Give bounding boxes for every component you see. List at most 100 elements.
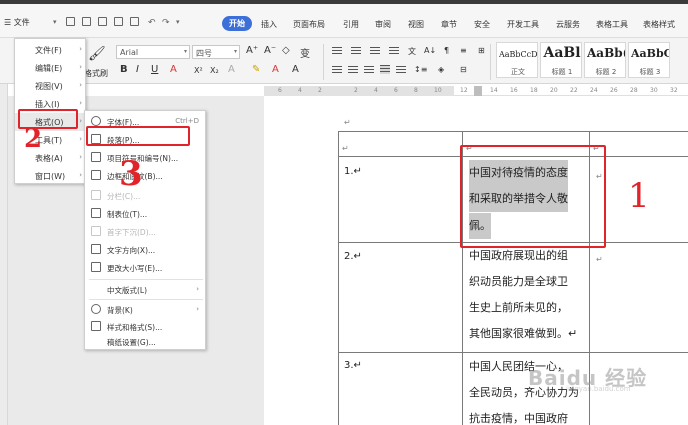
format-submenu: 字体(F)... Ctrl+D 段落(P)... 项目符号和编号(N)... 边框… bbox=[84, 110, 206, 350]
divider bbox=[490, 44, 491, 80]
file-menu-button[interactable]: ☰ 文件 bbox=[4, 17, 30, 28]
tab-view[interactable]: 视图 bbox=[408, 19, 424, 30]
print-icon[interactable] bbox=[114, 17, 123, 26]
font-color-icon[interactable]: A bbox=[170, 64, 177, 75]
border-shading-icon bbox=[91, 170, 101, 180]
tab-cloud[interactable]: 云服务 bbox=[556, 19, 580, 30]
tab-home[interactable]: 开始 bbox=[222, 16, 252, 31]
tab-table-style[interactable]: 表格样式 bbox=[643, 19, 675, 30]
superscript-button[interactable]: X² bbox=[194, 66, 203, 75]
menu-item-window[interactable]: 窗口(W) › bbox=[15, 167, 87, 185]
style-heading-1[interactable]: AaBl 标题 1 bbox=[540, 42, 582, 78]
ruler-margin bbox=[264, 86, 454, 96]
style-name: 标题 2 bbox=[595, 68, 617, 76]
table-border bbox=[338, 131, 688, 132]
ruler-number: 4 bbox=[298, 87, 302, 94]
decrease-indent-icon[interactable] bbox=[370, 47, 380, 56]
menu-item-label: 插入(I) bbox=[35, 100, 60, 109]
row-number: 2.↵ bbox=[344, 251, 362, 262]
tab-developer[interactable]: 开发工具 bbox=[507, 19, 539, 30]
style-normal[interactable]: AaBbCcDd 正文 bbox=[496, 42, 538, 78]
line-spacing-2-icon[interactable]: ↕≡ bbox=[414, 65, 427, 74]
tab-page-layout[interactable]: 页面布局 bbox=[293, 19, 325, 30]
annotation-box-paragraph bbox=[86, 126, 190, 146]
open-icon[interactable] bbox=[82, 17, 91, 26]
new-icon[interactable] bbox=[66, 17, 75, 26]
paragraph-mark: ↵ bbox=[344, 118, 351, 127]
line-spacing-icon[interactable]: ≡ bbox=[460, 46, 467, 55]
dropdown-icon[interactable]: ▾ bbox=[53, 18, 62, 27]
styles-icon bbox=[91, 321, 101, 331]
font-color-2-icon[interactable]: A bbox=[272, 64, 279, 75]
italic-button[interactable]: I bbox=[136, 64, 139, 75]
format-painter-icon[interactable]: 🖌 bbox=[88, 46, 106, 62]
save-icon[interactable] bbox=[98, 17, 107, 26]
bold-button[interactable]: B bbox=[120, 64, 128, 75]
pinyin-icon[interactable]: 变 bbox=[300, 45, 310, 60]
redo-icon[interactable]: ↷ bbox=[162, 18, 171, 28]
ruler-number: 2 bbox=[354, 87, 358, 94]
align-left-icon[interactable] bbox=[332, 66, 342, 75]
align-center-icon[interactable] bbox=[348, 66, 358, 75]
number-list-icon[interactable] bbox=[351, 47, 361, 56]
bullets-icon bbox=[91, 152, 101, 162]
justify-icon[interactable] bbox=[380, 65, 390, 74]
font-icon bbox=[91, 116, 101, 126]
ruler-indent-marker[interactable] bbox=[474, 86, 482, 96]
undo-icon[interactable]: ↶ bbox=[148, 18, 157, 28]
preview-icon[interactable] bbox=[130, 17, 139, 26]
menu-item-bullets-numbering[interactable]: 项目符号和编号(N)... bbox=[85, 149, 207, 167]
align-right-icon[interactable] bbox=[364, 66, 374, 75]
menu-item-label: 背景(K) bbox=[107, 306, 133, 315]
left-toolbar bbox=[0, 84, 8, 425]
style-heading-3[interactable]: AaBbC 标题 3 bbox=[628, 42, 670, 78]
border-icon[interactable]: ⊟ bbox=[460, 65, 467, 74]
tab-chapter[interactable]: 章节 bbox=[441, 19, 457, 30]
menu-item-borders-shading[interactable]: 边框和底纹(B)... bbox=[85, 167, 207, 185]
tab-review[interactable]: 审阅 bbox=[375, 19, 391, 30]
text-effect-icon[interactable]: A bbox=[228, 64, 235, 75]
grow-font-button[interactable]: A⁺ bbox=[246, 45, 258, 56]
menu-item-change-case[interactable]: 更改大小写(E)... bbox=[85, 259, 207, 277]
show-marks-icon[interactable]: ¶ bbox=[444, 46, 449, 55]
tab-table-tools[interactable]: 表格工具 bbox=[596, 19, 628, 30]
clear-format-icon[interactable]: ◇ bbox=[282, 45, 290, 56]
menu-item-manuscript-setup[interactable]: 稿纸设置(G)... bbox=[85, 333, 207, 351]
subscript-button[interactable]: X₂ bbox=[210, 66, 219, 75]
highlight-icon[interactable]: ✎ bbox=[252, 64, 260, 75]
ruler-number: 6 bbox=[278, 87, 282, 94]
table-grid-icon[interactable]: ⊞ bbox=[478, 46, 485, 55]
menu-item-file[interactable]: 文件(F) › bbox=[15, 41, 87, 59]
increase-indent-icon[interactable] bbox=[389, 47, 399, 56]
shading-icon[interactable]: ◈ bbox=[438, 65, 444, 74]
menu-item-label: 中文版式(L) bbox=[107, 286, 148, 295]
menu-item-tab-stops[interactable]: 制表位(T)... bbox=[85, 205, 207, 223]
paragraph-mark: ↵ bbox=[342, 144, 349, 153]
tab-references[interactable]: 引用 bbox=[343, 19, 359, 30]
style-name: 标题 3 bbox=[639, 68, 661, 76]
font-name-field[interactable]: Arial ▾ bbox=[116, 45, 190, 59]
menu-item-background[interactable]: 背景(K) › bbox=[85, 301, 207, 319]
menu-item-chinese-layout[interactable]: 中文版式(L) › bbox=[85, 281, 207, 299]
tab-insert[interactable]: 插入 bbox=[261, 19, 277, 30]
font-size-field[interactable]: 四号 ▾ bbox=[192, 45, 240, 59]
menu-item-text-direction[interactable]: 文字方向(X)... bbox=[85, 241, 207, 259]
menu-item-view[interactable]: 视图(V) › bbox=[15, 77, 87, 95]
style-sample: AaBb( bbox=[587, 46, 625, 60]
annotation-box-selection bbox=[460, 145, 606, 248]
horizontal-ruler[interactable]: 6 4 2 2 4 6 8 10 12 14 16 18 20 22 24 26… bbox=[264, 86, 688, 96]
underline-button[interactable]: U bbox=[151, 64, 158, 75]
char-border-icon[interactable]: A bbox=[292, 64, 299, 75]
cell-line: 抗击疫情，中国政府 bbox=[469, 412, 568, 425]
style-heading-2[interactable]: AaBb( 标题 2 bbox=[584, 42, 626, 78]
menu-item-label: 稿纸设置(G)... bbox=[107, 338, 156, 347]
distributed-icon[interactable] bbox=[396, 66, 406, 75]
chinese-layout-icon[interactable]: 文 bbox=[408, 46, 416, 57]
sort-icon[interactable]: A↓ bbox=[424, 46, 436, 55]
menu-item-edit[interactable]: 编辑(E) › bbox=[15, 59, 87, 77]
bullet-list-icon[interactable] bbox=[332, 47, 342, 56]
chevron-right-icon: › bbox=[79, 45, 82, 53]
shrink-font-button[interactable]: A⁻ bbox=[264, 45, 276, 56]
tab-security[interactable]: 安全 bbox=[474, 19, 490, 30]
more-icon[interactable]: ▾ bbox=[176, 18, 185, 27]
